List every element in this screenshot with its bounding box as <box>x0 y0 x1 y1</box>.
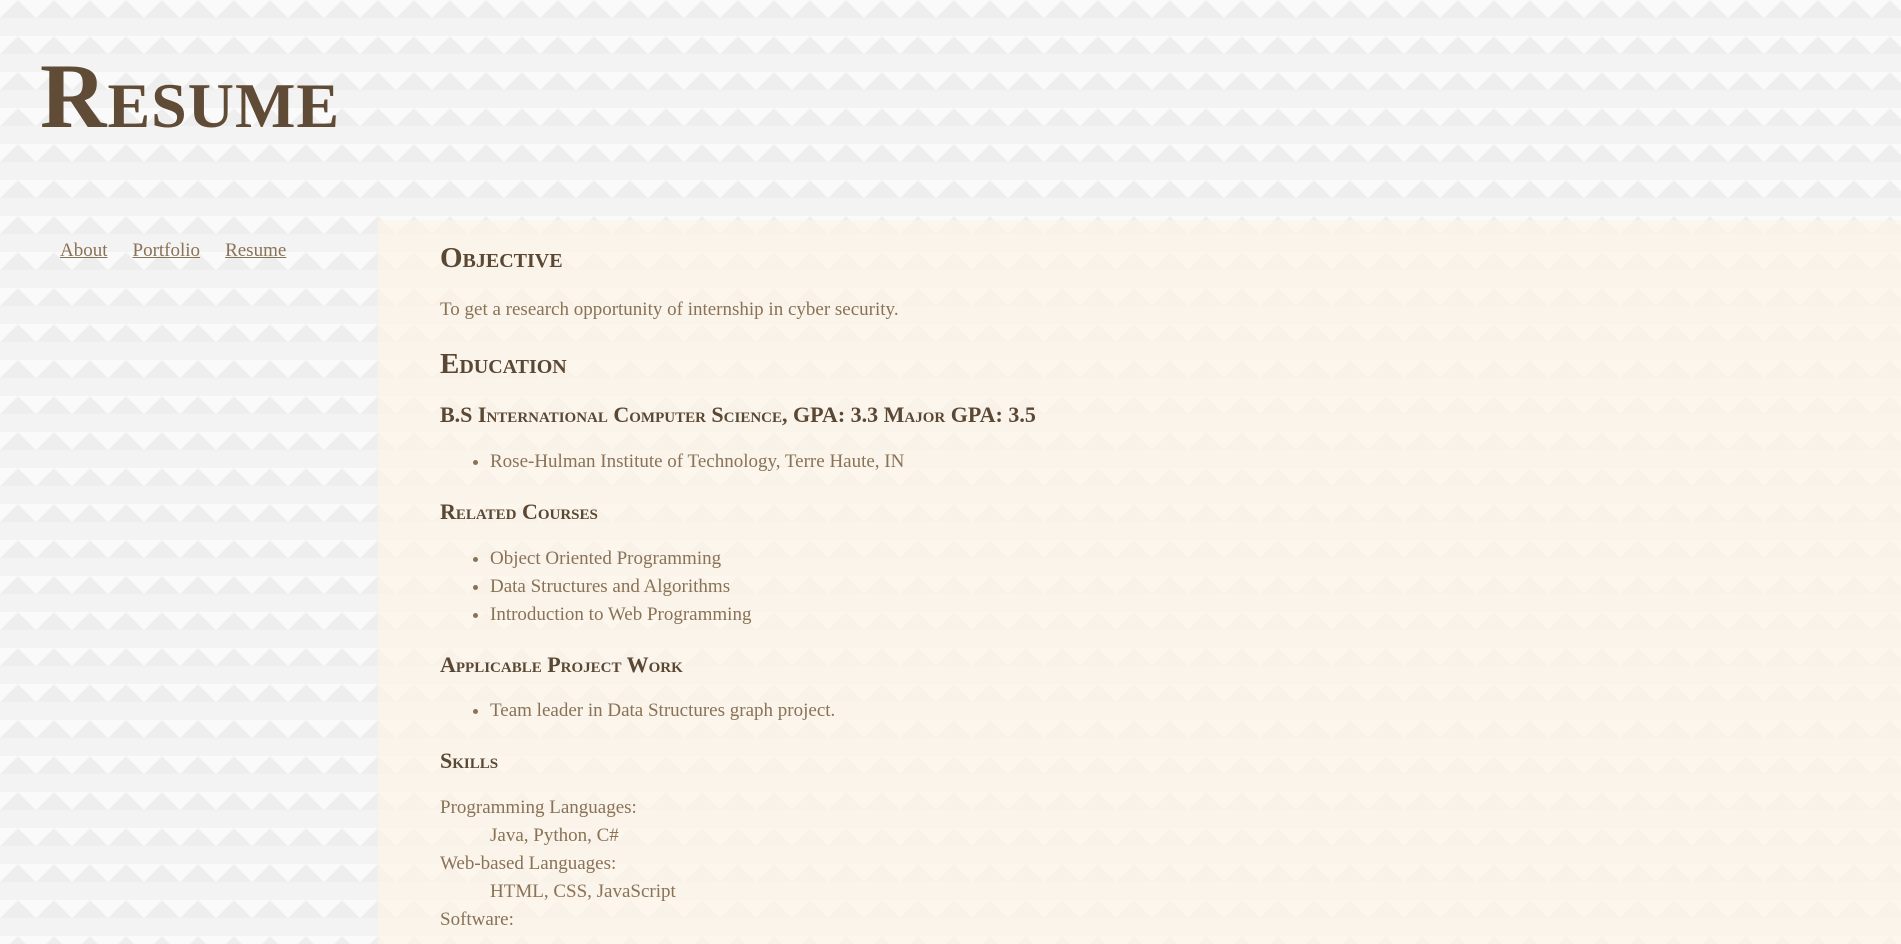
nav-link-resume[interactable]: Resume <box>225 240 286 262</box>
project-list: Team leader in Data Structures graph pro… <box>440 697 1839 725</box>
related-courses-heading: Related Courses <box>440 498 598 524</box>
objective-text: To get a research opportunity of interns… <box>440 298 899 320</box>
skills-list: Programming Languages: Java, Python, C# … <box>440 794 1839 934</box>
page-title: Resume <box>40 45 341 147</box>
skill-value: HTML, CSS, JavaScript <box>490 880 676 902</box>
skill-label: Web-based Languages: <box>440 852 617 874</box>
skill-label: Software: <box>440 908 514 930</box>
skills-heading: Skills <box>440 748 499 774</box>
project-work-heading: Applicable Project Work <box>440 651 683 677</box>
skill-label: Programming Languages: <box>440 796 637 818</box>
list-item: Introduction to Web Programming <box>490 601 1839 629</box>
degree-heading: B.S International Computer Science, GPA:… <box>440 402 1036 428</box>
list-item: Object Oriented Programming <box>490 545 1839 573</box>
list-item: Rose-Hulman Institute of Technology, Ter… <box>490 448 1839 476</box>
main-nav: About Portfolio Resume <box>60 240 286 262</box>
education-heading: Education <box>440 347 567 380</box>
resume-content: Objective To get a research opportunity … <box>378 220 1901 944</box>
nav-link-portfolio[interactable]: Portfolio <box>133 240 201 262</box>
objective-heading: Objective <box>440 242 563 274</box>
skill-value: Java, Python, C# <box>490 824 619 846</box>
course-list: Object Oriented Programming Data Structu… <box>440 545 1839 629</box>
list-item: Data Structures and Algorithms <box>490 573 1839 601</box>
institution-list: Rose-Hulman Institute of Technology, Ter… <box>440 448 1839 476</box>
nav-link-about[interactable]: About <box>60 240 108 262</box>
list-item: Team leader in Data Structures graph pro… <box>490 697 1839 725</box>
